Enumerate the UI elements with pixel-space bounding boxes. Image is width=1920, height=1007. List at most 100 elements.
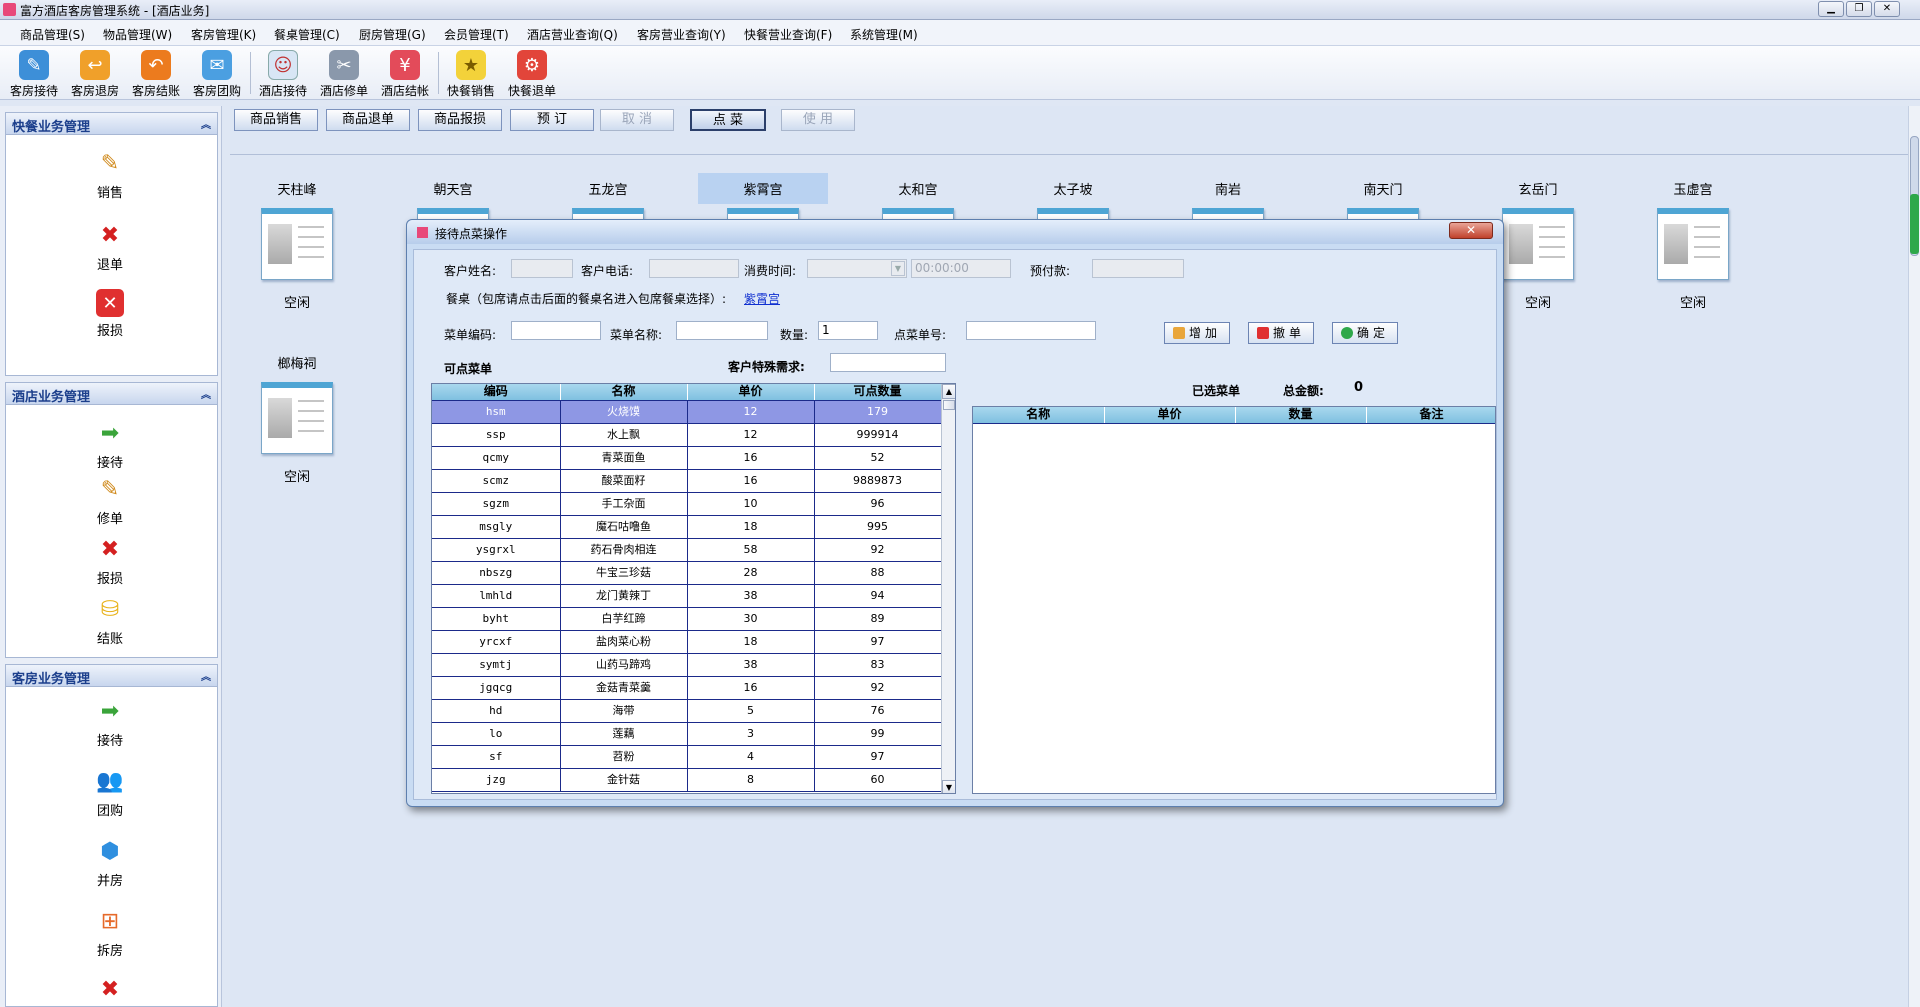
scroll-down-icon[interactable]: ▼ bbox=[942, 780, 955, 793]
col-code[interactable]: 编码 bbox=[432, 384, 561, 401]
table-row[interactable]: jgqcg 金菇青菜羹 16 92 bbox=[432, 676, 942, 700]
grid-scrollbar[interactable]: ▲ ▼ bbox=[941, 384, 955, 793]
order-dishes-button[interactable]: 点 菜 bbox=[690, 109, 766, 131]
cell-price[interactable]: 38 bbox=[687, 653, 815, 677]
splitter[interactable] bbox=[222, 106, 230, 1007]
col-name[interactable]: 名称 bbox=[560, 384, 688, 401]
cell-code[interactable]: msgly bbox=[432, 515, 561, 539]
cell-available[interactable]: 52 bbox=[814, 446, 942, 470]
table-row[interactable]: hd 海带 5 76 bbox=[432, 699, 942, 723]
cell-name[interactable]: 火烧馍 bbox=[560, 400, 688, 424]
col-note[interactable]: 备注 bbox=[1366, 407, 1495, 424]
cell-available[interactable]: 9889873 bbox=[814, 469, 942, 493]
cell-name[interactable]: 酸菜面籽 bbox=[560, 469, 688, 493]
table-yuxugong[interactable]: 玉虚宫 空闲 bbox=[1628, 173, 1758, 311]
cell-available[interactable]: 83 bbox=[814, 653, 942, 677]
nav-fast-loss[interactable]: ✕ 报损 bbox=[70, 289, 150, 339]
cell-price[interactable]: 4 bbox=[687, 745, 815, 769]
confirm-button[interactable]: 确定 bbox=[1332, 322, 1398, 344]
tool-room-reception[interactable]: ✎ 客房接待 bbox=[5, 48, 63, 98]
cell-code[interactable]: qcmy bbox=[432, 446, 561, 470]
tool-fast-return[interactable]: ⚙ 快餐退单 bbox=[503, 48, 561, 98]
cell-price[interactable]: 16 bbox=[687, 676, 815, 700]
panel-header[interactable]: 酒店业务管理 ︽ bbox=[6, 383, 217, 405]
tool-room-settle[interactable]: ↶ 客房结账 bbox=[127, 48, 185, 98]
cell-price[interactable]: 28 bbox=[687, 561, 815, 585]
menu-tables[interactable]: 餐桌管理(C) bbox=[274, 26, 340, 43]
customer-phone-field[interactable] bbox=[649, 259, 739, 278]
col-price[interactable]: 单价 bbox=[1104, 407, 1236, 424]
goods-return-button[interactable]: 商品退单 bbox=[326, 109, 410, 131]
scroll-up-icon[interactable]: ▲ bbox=[942, 384, 955, 399]
cell-available[interactable]: 60 bbox=[814, 768, 942, 792]
table-row[interactable]: msgly 魔石咕噜鱼 18 995 bbox=[432, 515, 942, 539]
cell-code[interactable]: sf bbox=[432, 745, 561, 769]
dialog-title-bar[interactable]: 接待点菜操作 ✕ bbox=[407, 220, 1503, 244]
available-menu-grid[interactable]: 编码 名称 单价 可点数量 hsm 火烧馍 12 179 ssp 水上飘 12 999914 q… bbox=[431, 383, 956, 794]
menu-fast-query[interactable]: 快餐营业查询(F) bbox=[744, 26, 832, 43]
cell-available[interactable]: 89 bbox=[814, 607, 942, 631]
add-button[interactable]: 增加 bbox=[1164, 322, 1230, 344]
cell-code[interactable]: hsm bbox=[432, 400, 561, 424]
tool-hotel-settle[interactable]: ¥ 酒店结帐 bbox=[376, 48, 434, 98]
cell-name[interactable]: 牛宝三珍菇 bbox=[560, 561, 688, 585]
cell-code[interactable]: ssp bbox=[432, 423, 561, 447]
table-row[interactable]: sf 苕粉 4 97 bbox=[432, 745, 942, 769]
menu-system[interactable]: 系统管理(M) bbox=[850, 26, 918, 43]
col-qty[interactable]: 数量 bbox=[1235, 407, 1367, 424]
cell-code[interactable]: jzg bbox=[432, 768, 561, 792]
nav-hotel-modify[interactable]: ✎ 修单 bbox=[70, 473, 150, 528]
cell-price[interactable]: 12 bbox=[687, 400, 815, 424]
cell-available[interactable]: 94 bbox=[814, 584, 942, 608]
panel-header[interactable]: 客房业务管理 ︽ bbox=[6, 665, 217, 687]
cell-name[interactable]: 水上飘 bbox=[560, 423, 688, 447]
date-select[interactable]: ▼ bbox=[807, 259, 907, 278]
cancel-order-button[interactable]: 撤单 bbox=[1248, 322, 1314, 344]
nav-hotel-settle[interactable]: ⛁ 结账 bbox=[70, 593, 150, 648]
table-row[interactable]: byht 白芋红蹄 30 89 bbox=[432, 607, 942, 631]
selected-menu-grid[interactable]: 名称 单价 数量 备注 bbox=[972, 406, 1496, 794]
cell-name[interactable]: 白芋红蹄 bbox=[560, 607, 688, 631]
scroll-thumb[interactable] bbox=[943, 400, 955, 410]
cell-available[interactable]: 92 bbox=[814, 538, 942, 562]
cell-available[interactable]: 76 bbox=[814, 699, 942, 723]
cell-available[interactable]: 995 bbox=[814, 515, 942, 539]
cell-price[interactable]: 3 bbox=[687, 722, 815, 746]
cell-code[interactable]: yrcxf bbox=[432, 630, 561, 654]
cell-price[interactable]: 38 bbox=[687, 584, 815, 608]
cell-code[interactable]: hd bbox=[432, 699, 561, 723]
cell-available[interactable]: 179 bbox=[814, 400, 942, 424]
nav-room-group[interactable]: 👥 团购 bbox=[70, 765, 150, 820]
cell-code[interactable]: jgqcg bbox=[432, 676, 561, 700]
menu-code-input[interactable] bbox=[511, 321, 601, 340]
menu-goods[interactable]: 商品管理(S) bbox=[20, 26, 85, 43]
cell-price[interactable]: 30 bbox=[687, 607, 815, 631]
cell-name[interactable]: 龙门黄辣丁 bbox=[560, 584, 688, 608]
nav-room-reception[interactable]: ➡ 接待 bbox=[70, 695, 150, 750]
minimize-button[interactable]: ▁ bbox=[1818, 1, 1844, 17]
cell-code[interactable]: byht bbox=[432, 607, 561, 631]
cell-name[interactable]: 手工杂面 bbox=[560, 492, 688, 516]
table-row[interactable]: hsm 火烧馍 12 179 bbox=[432, 400, 942, 424]
cell-available[interactable]: 999914 bbox=[814, 423, 942, 447]
nav-room-merge[interactable]: ⬢ 并房 bbox=[70, 835, 150, 890]
table-row[interactable]: lo 莲藕 3 99 bbox=[432, 722, 942, 746]
cell-code[interactable]: symtj bbox=[432, 653, 561, 677]
cancel-reserve-button[interactable]: 取 消 bbox=[600, 109, 674, 131]
cell-name[interactable]: 海带 bbox=[560, 699, 688, 723]
restore-button[interactable]: ❐ bbox=[1846, 1, 1872, 17]
tool-room-group[interactable]: ✉ 客房团购 bbox=[188, 48, 246, 98]
cell-code[interactable]: sgzm bbox=[432, 492, 561, 516]
table-link[interactable]: 紫霄宫 bbox=[744, 290, 780, 307]
tool-room-checkout[interactable]: ↩ 客房退房 bbox=[66, 48, 124, 98]
cell-available[interactable]: 97 bbox=[814, 630, 942, 654]
tool-fast-sale[interactable]: ★ 快餐销售 bbox=[442, 48, 500, 98]
cell-name[interactable]: 魔石咕噜鱼 bbox=[560, 515, 688, 539]
goods-loss-button[interactable]: 商品报损 bbox=[418, 109, 502, 131]
menu-members[interactable]: 会员管理(T) bbox=[444, 26, 509, 43]
cell-name[interactable]: 山药马蹄鸡 bbox=[560, 653, 688, 677]
order-no-input[interactable] bbox=[966, 321, 1096, 340]
close-window-button[interactable]: ✕ bbox=[1874, 1, 1900, 17]
menu-items[interactable]: 物品管理(W) bbox=[103, 26, 172, 43]
cell-price[interactable]: 18 bbox=[687, 630, 815, 654]
